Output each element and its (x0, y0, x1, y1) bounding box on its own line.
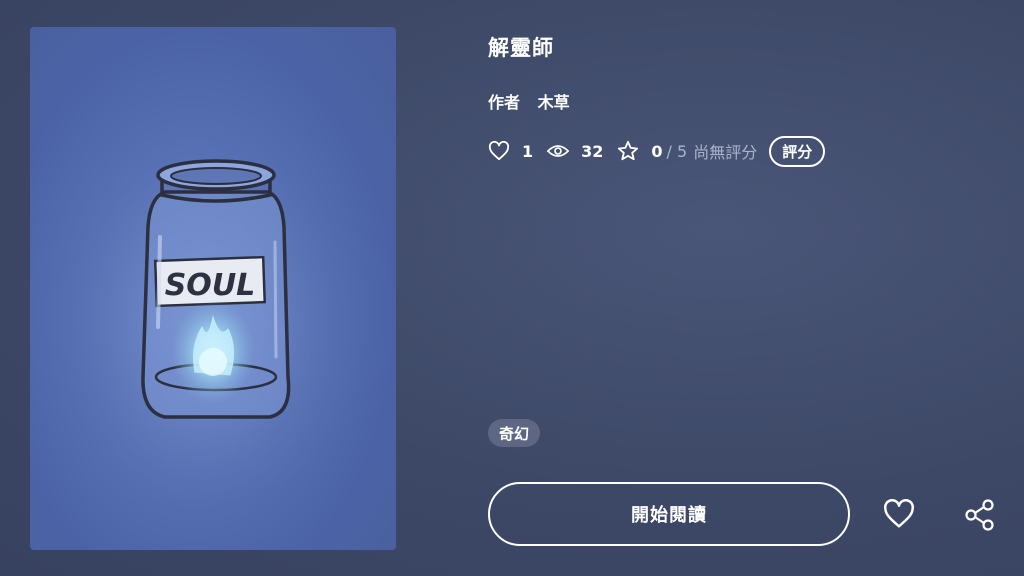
rating-value: 0 (651, 141, 663, 161)
author-line: 作者 木草 (488, 89, 570, 113)
jar-label-text: SOUL (165, 268, 256, 303)
rating-max: / 5 (666, 141, 688, 161)
start-reading-button[interactable]: 開始閱讀 (488, 482, 850, 546)
genre-tag[interactable]: 奇幻 (488, 419, 541, 447)
share-icon (965, 499, 994, 531)
author-name[interactable]: 木草 (538, 93, 570, 112)
author-label: 作者 (488, 93, 521, 112)
book-cover: SOUL (30, 27, 396, 550)
rating-status: 尚無評分 (693, 143, 758, 162)
stats-bar: 1 32 0 / 5 尚無評分 評分 (488, 135, 826, 167)
book-title: 解靈師 (488, 36, 554, 60)
heart-icon (488, 140, 510, 162)
heart-outline-icon (884, 499, 914, 528)
star-icon (617, 140, 639, 162)
eye-icon (547, 140, 570, 162)
share-button[interactable] (963, 498, 997, 532)
views-count: 32 (581, 141, 604, 161)
rate-button[interactable]: 評分 (769, 135, 826, 167)
favorite-button[interactable] (882, 499, 916, 531)
book-detail-page: SOUL 解靈師 作者 木草 1 32 0 / 5 尚無評分 評分 奇幻 開始閱… (0, 0, 1024, 576)
soul-jar-illustration: SOUL (65, 122, 365, 502)
likes-count: 1 (522, 141, 534, 161)
